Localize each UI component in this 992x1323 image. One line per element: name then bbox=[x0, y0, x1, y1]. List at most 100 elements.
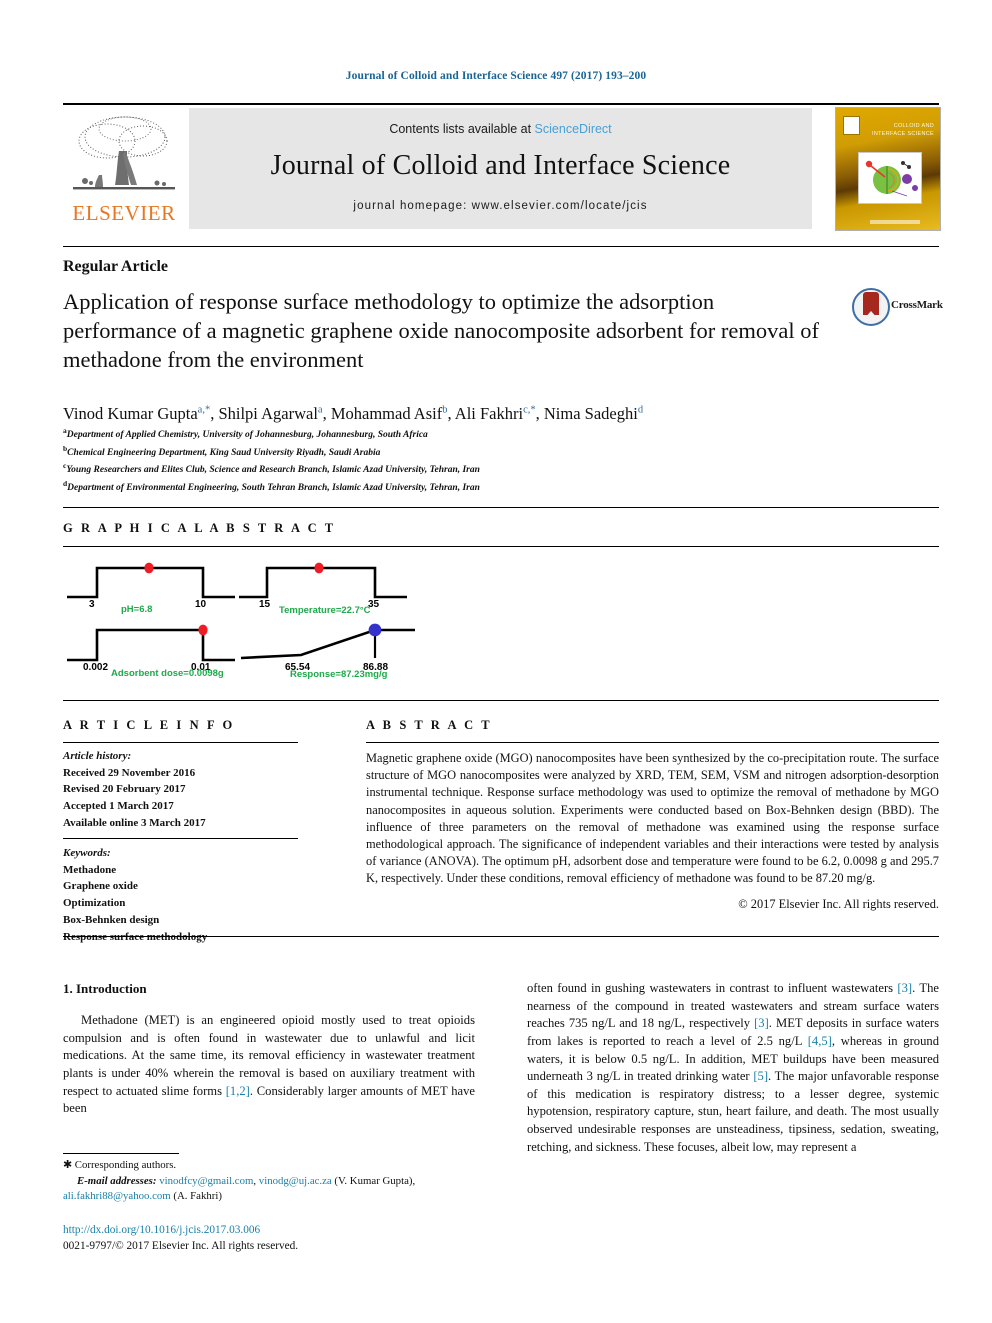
article-type-label: Regular Article bbox=[63, 258, 169, 275]
journal-cover-thumbnail: COLLOID AND INTERFACE SCIENCE bbox=[835, 107, 941, 231]
body-column-right: often found in gushing wastewaters in co… bbox=[527, 980, 939, 1156]
divider-above-title bbox=[63, 246, 939, 247]
elsevier-logo: ELSEVIER bbox=[63, 109, 185, 229]
doi-link[interactable]: http://dx.doi.org/10.1016/j.jcis.2017.03… bbox=[63, 1222, 493, 1238]
ga-ph-high-label: 10 bbox=[195, 599, 207, 610]
cover-publisher-mark bbox=[843, 116, 860, 135]
email-line: E-mail addresses: vinodfcy@gmail.com, vi… bbox=[63, 1174, 416, 1203]
contents-prefix: Contents lists available at bbox=[389, 122, 535, 136]
issn-copyright-line: 0021-9797/© 2017 Elsevier Inc. All right… bbox=[63, 1240, 299, 1253]
citation-ref-5[interactable]: [5] bbox=[753, 1069, 768, 1083]
ga-panel-dose bbox=[67, 624, 235, 662]
article-history: Article history: Received 29 November 20… bbox=[63, 748, 313, 832]
affiliation-b: bChemical Engineering Department, King S… bbox=[63, 443, 381, 458]
ga-response-caption: Response=87.23mg/g bbox=[290, 669, 388, 680]
author-3-marks: c,* bbox=[523, 404, 536, 416]
citation-ref-1-2[interactable]: [1,2] bbox=[226, 1084, 250, 1098]
section-title-introduction: 1. Introduction bbox=[63, 981, 147, 996]
crossmark-label: CrossMark bbox=[891, 299, 943, 311]
citation-ref-4-5[interactable]: [4,5] bbox=[808, 1034, 832, 1048]
email-owner-1: (V. Kumar Gupta) bbox=[334, 1174, 413, 1187]
ga-panel-temperature bbox=[239, 562, 407, 599]
footnote-divider bbox=[63, 1153, 179, 1154]
elsevier-wordmark: ELSEVIER bbox=[72, 201, 176, 225]
intro-paragraph-right: often found in gushing wastewaters in co… bbox=[527, 980, 939, 1156]
corresponding-line: ✱ Corresponding authors. bbox=[63, 1158, 483, 1174]
corresponding-author-footnote: ✱ Corresponding authors. E-mail addresse… bbox=[63, 1158, 483, 1205]
journal-homepage[interactable]: journal homepage: www.elsevier.com/locat… bbox=[189, 200, 812, 212]
doi-block: http://dx.doi.org/10.1016/j.jcis.2017.03… bbox=[63, 1222, 493, 1254]
email-owner-3: (A. Fakhri) bbox=[173, 1190, 222, 1203]
divider-above-article-info bbox=[63, 700, 939, 701]
author-list: Vinod Kumar Guptaa,*, Shilpi Agarwala, M… bbox=[63, 404, 644, 423]
right-seg-0: often found in gushing wastewaters in co… bbox=[527, 981, 898, 995]
ga-ph-low-label: 3 bbox=[89, 599, 95, 610]
author-2-marks: b bbox=[442, 404, 448, 416]
author-3: Ali Fakhric,* bbox=[454, 404, 536, 423]
author-4: Nima Sadeghid bbox=[543, 404, 644, 423]
article-page: Journal of Colloid and Interface Science… bbox=[0, 0, 992, 1323]
cover-artwork bbox=[858, 152, 922, 204]
corresponding-text: Corresponding authors. bbox=[74, 1159, 177, 1171]
article-history-received: Received 29 November 2016 bbox=[63, 766, 196, 779]
author-1-marks: a bbox=[317, 404, 323, 416]
ga-temperature-caption: Temperature=22.7°C bbox=[279, 605, 371, 616]
journal-reference: Journal of Colloid and Interface Science… bbox=[345, 70, 647, 82]
article-info-rule bbox=[63, 742, 298, 743]
contents-line: Contents lists available at ScienceDirec… bbox=[189, 122, 812, 136]
citation-ref-3b[interactable]: [3] bbox=[754, 1016, 769, 1030]
ga-dose-low-label: 0.002 bbox=[83, 662, 109, 673]
author-0-marks: a,* bbox=[197, 404, 211, 416]
ga-ph-caption: pH=6.8 bbox=[121, 604, 153, 615]
email-link-1[interactable]: vinodfcy@gmail.com bbox=[159, 1175, 253, 1187]
ga-panel-response bbox=[240, 623, 415, 660]
abstract-copyright: © 2017 Elsevier Inc. All rights reserved… bbox=[738, 897, 939, 911]
page-title: Application of response surface methodol… bbox=[63, 289, 819, 373]
keywords-rule bbox=[63, 838, 298, 839]
divider-above-body bbox=[63, 936, 939, 937]
article-history-online: Available online 3 March 2017 bbox=[63, 816, 206, 829]
crossmark-badge[interactable]: CrossMark bbox=[852, 288, 943, 326]
abstract-rule bbox=[366, 742, 939, 743]
affiliation-d: dDepartment of Environmental Engineering… bbox=[63, 478, 480, 493]
email-link-2[interactable]: vinodg@uj.ac.za bbox=[259, 1175, 332, 1187]
email-label: E-mail addresses: bbox=[77, 1174, 157, 1187]
crossmark-icon bbox=[852, 288, 890, 326]
keyword-3: Box-Behnken design bbox=[63, 913, 160, 926]
elsevier-tree-icon bbox=[69, 111, 179, 199]
article-history-accepted: Accepted 1 March 2017 bbox=[63, 800, 174, 813]
article-history-revised: Revised 20 February 2017 bbox=[63, 783, 186, 796]
author-2: Mohammad Asifb bbox=[330, 404, 448, 423]
affiliation-list: aDepartment of Applied Chemistry, Univer… bbox=[63, 425, 763, 495]
article-info-heading: A R T I C L E I N F O bbox=[63, 718, 235, 732]
author-1: Shilpi Agarwala bbox=[218, 404, 323, 423]
crossmark-notch bbox=[864, 311, 878, 319]
author-0: Vinod Kumar Guptaa,* bbox=[63, 404, 211, 423]
graphical-abstract-figure: 3 10 pH=6.8 15 35 Temperature=22.7°C 0.0… bbox=[63, 552, 663, 682]
graphical-abstract-heading: G R A P H I C A L A B S T R A C T bbox=[63, 521, 336, 535]
cover-title-text: COLLOID AND INTERFACE SCIENCE bbox=[872, 123, 934, 138]
abstract-heading: A B S T R A C T bbox=[366, 718, 493, 732]
keyword-list: Keywords: Methadone Graphene oxide Optim… bbox=[63, 845, 313, 945]
abstract-text: Magnetic graphene oxide (MGO) nanocompos… bbox=[366, 751, 939, 886]
body-column-left: 1. Introduction Methadone (MET) is an en… bbox=[63, 980, 475, 1118]
intro-paragraph-left: Methadone (MET) is an engineered opioid … bbox=[63, 1012, 475, 1118]
keywords-label: Keywords: bbox=[63, 847, 111, 859]
keyword-0: Methadone bbox=[63, 863, 117, 876]
author-4-marks: d bbox=[637, 404, 644, 416]
affiliation-c: cYoung Researchers and Elites Club, Scie… bbox=[63, 461, 480, 476]
keyword-1: Graphene oxide bbox=[63, 880, 138, 893]
journal-title: Journal of Colloid and Interface Science bbox=[270, 150, 731, 181]
email-link-3[interactable]: ali.fakhri88@yahoo.com bbox=[63, 1190, 171, 1202]
journal-banner: Contents lists available at ScienceDirec… bbox=[189, 108, 812, 229]
affiliation-a: aDepartment of Applied Chemistry, Univer… bbox=[63, 426, 428, 441]
citation-ref-3a[interactable]: [3] bbox=[897, 981, 912, 995]
cover-footer-bar bbox=[870, 220, 920, 224]
sciencedirect-link[interactable]: ScienceDirect bbox=[535, 122, 612, 136]
ga-dose-caption: Adsorbent dose=0.0098g bbox=[111, 668, 224, 679]
ga-temperature-low-label: 15 bbox=[259, 599, 271, 610]
divider-above-graphical-abstract bbox=[63, 507, 939, 508]
asterisk-icon: ✱ bbox=[63, 1159, 73, 1171]
keyword-2: Optimization bbox=[63, 897, 126, 910]
journal-masthead: ELSEVIER Contents lists available at Sci… bbox=[63, 103, 941, 232]
